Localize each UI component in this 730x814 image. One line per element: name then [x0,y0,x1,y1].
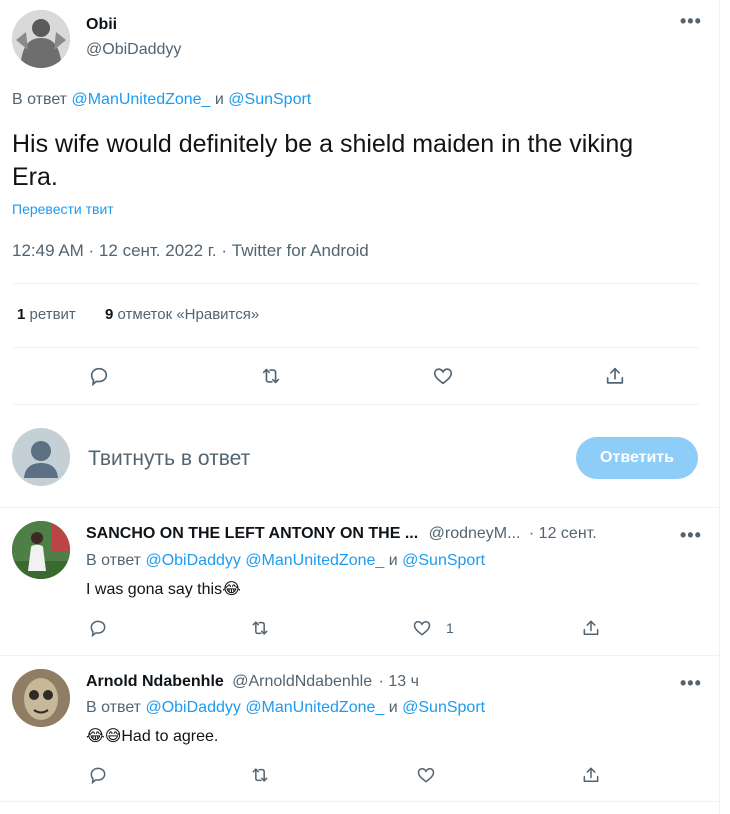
divider [0,507,719,508]
more-icon[interactable]: ••• [680,526,702,544]
divider [0,801,719,802]
reply-time[interactable]: · 12 сент. [529,525,597,542]
like-stat[interactable]: 9 отметок «Нравится» [105,306,259,323]
author-handle[interactable]: @ObiDaddyy [86,41,181,59]
reply-prefix: В ответ [86,552,142,569]
mention-link[interactable]: @ManUnitedZone_ [245,552,384,569]
reply-composer-input[interactable]: Твитнуть в ответ [88,447,250,471]
author-name[interactable]: Obii [86,16,117,34]
retweet-count: 1 [17,306,26,323]
like-icon[interactable] [414,763,438,787]
reply-and: и [214,91,224,108]
reply-context: В ответ @ManUnitedZone_ и @SunSport [12,91,311,109]
retweet-icon[interactable] [259,364,283,388]
like-icon[interactable] [431,364,455,388]
share-icon[interactable] [579,616,603,640]
reply-header: SANCHO ON THE LEFT ANTONY ON THE ... @ro… [86,525,597,543]
reply-context: В ответ @ObiDaddyy @ManUnitedZone_ и @Su… [86,699,485,717]
mention-link[interactable]: @SunSport [228,91,311,108]
like-count: 1 [446,620,454,636]
mention-link[interactable]: @ObiDaddyy [145,552,240,569]
reply-time[interactable]: · 13 ч [379,673,419,690]
share-icon[interactable] [579,763,603,787]
retweet-icon[interactable] [248,616,272,640]
reply-and: и [388,552,398,569]
divider [12,283,700,284]
current-user-avatar[interactable] [12,428,70,486]
reply-submit-button[interactable]: Ответить [576,437,698,479]
reply-icon[interactable] [86,616,110,640]
reply-prefix: В ответ [12,91,68,108]
tweet-timestamp[interactable]: 12:49 AM · 12 сент. 2022 г. · Twitter fo… [12,241,369,261]
reply-author-handle[interactable]: @rodneyM... [429,525,521,542]
reply-text-body: Had to agree. [121,728,219,745]
like-icon[interactable] [410,616,434,640]
reply-text: 😂😅Had to agree. [86,726,218,746]
reply-text: I was gona say this😂 [86,579,241,599]
reply-text-body: I was gona say this [86,581,223,598]
emoji: 😂 [222,581,241,598]
reply-and: и [388,699,398,716]
mention-link[interactable]: @SunSport [402,699,485,716]
translate-link[interactable]: Перевести твит [12,201,114,217]
divider [0,655,719,656]
divider [12,347,700,348]
reply-prefix: В ответ [86,699,142,716]
reply-header: Arnold Ndabenhle @ArnoldNdabenhle · 13 ч [86,673,419,691]
divider [12,404,700,405]
mention-link[interactable]: @ManUnitedZone_ [71,91,210,108]
emoji: 😂😅 [86,728,122,745]
share-icon[interactable] [603,364,627,388]
column-border [719,0,720,814]
retweet-label: ретвит [29,306,76,323]
retweet-stat[interactable]: 1 ретвит [17,306,76,323]
reply-author-name[interactable]: Arnold Ndabenhle [86,673,224,690]
reply-avatar[interactable] [12,521,70,579]
reply-author-handle[interactable]: @ArnoldNdabenhle [232,673,372,690]
mention-link[interactable]: @SunSport [402,552,485,569]
more-icon[interactable]: ••• [680,12,702,30]
reply-avatar[interactable] [12,669,70,727]
like-label: отметок «Нравится» [117,306,260,323]
mention-link[interactable]: @ManUnitedZone_ [245,699,384,716]
author-avatar[interactable] [12,10,70,68]
reply-context: В ответ @ObiDaddyy @ManUnitedZone_ и @Su… [86,552,485,570]
reply-author-name[interactable]: SANCHO ON THE LEFT ANTONY ON THE ... [86,525,418,542]
reply-icon[interactable] [86,763,110,787]
retweet-icon[interactable] [248,763,272,787]
reply-icon[interactable] [87,364,111,388]
mention-link[interactable]: @ObiDaddyy [145,699,240,716]
tweet-text: His wife would definitely be a shield ma… [12,130,634,191]
like-count: 9 [105,306,114,323]
more-icon[interactable]: ••• [680,674,702,692]
